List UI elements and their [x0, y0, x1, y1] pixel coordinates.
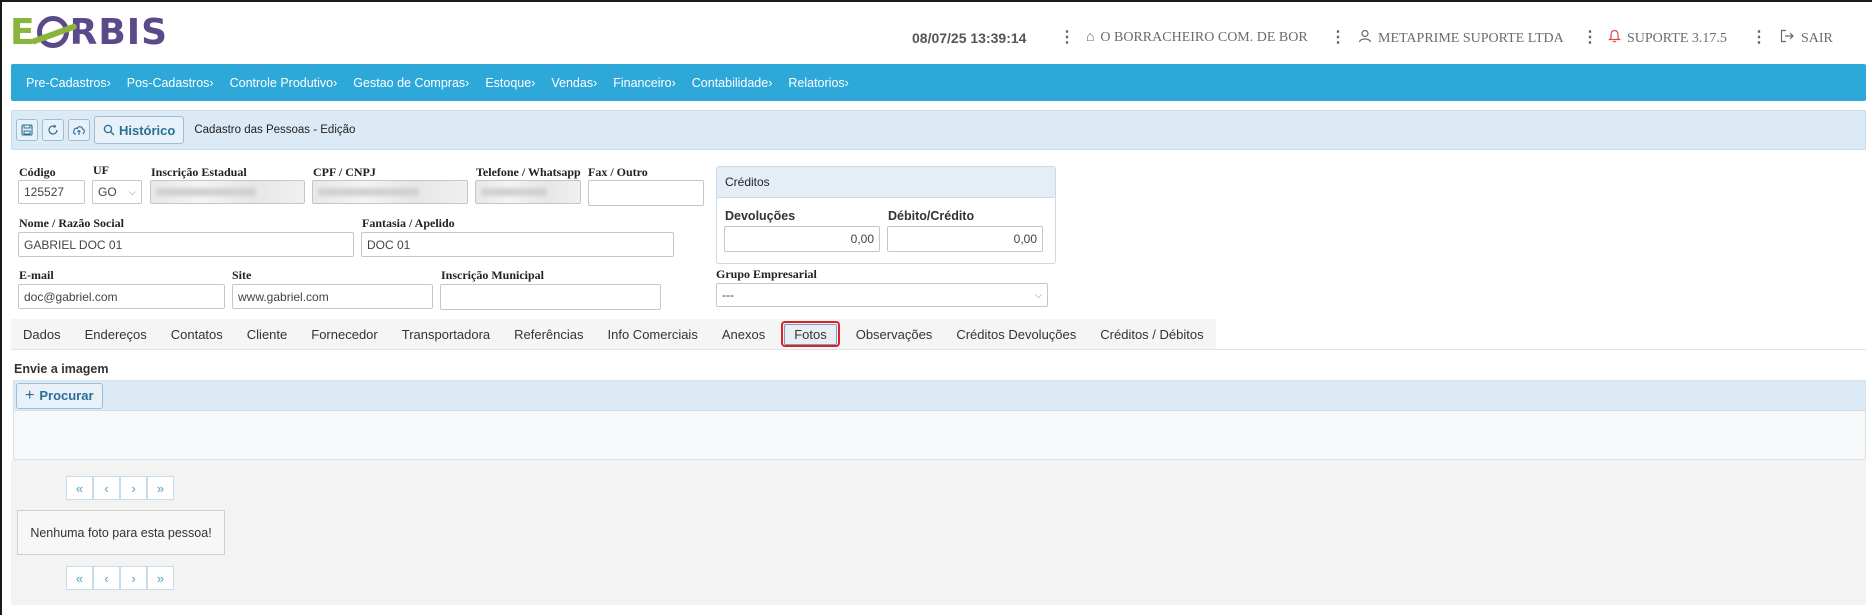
menu-financeiro[interactable]: Financeiro› — [613, 76, 676, 90]
cloud-upload-icon — [72, 126, 85, 135]
inscricao-estadual-field[interactable] — [150, 180, 305, 204]
devolucoes-field[interactable]: 0,00 — [724, 226, 880, 252]
record-toolbar: Histórico Cadastro das Pessoas - Edição — [11, 110, 1866, 150]
tab-transportadora[interactable]: Transportadora — [390, 319, 502, 349]
fantasia-field[interactable]: DOC 01 — [361, 232, 674, 257]
codigo-field[interactable]: 125527 — [18, 180, 85, 204]
telefone-label: Telefone / Whatsapp — [476, 165, 581, 179]
menu-estoque[interactable]: Estoque› — [485, 76, 535, 90]
first-page-button[interactable]: « — [66, 566, 93, 590]
tab-creditos-debitos[interactable]: Créditos / Débitos — [1088, 319, 1215, 349]
inscricao-estadual-label: Inscrição Estadual — [151, 165, 247, 179]
tab-dados[interactable]: Dados — [11, 319, 73, 349]
user-icon — [1358, 29, 1372, 48]
first-page-button[interactable]: « — [66, 476, 93, 500]
grupo-empresarial-label: Grupo Empresarial — [716, 267, 817, 281]
creditos-title: Créditos — [717, 167, 1055, 198]
nome-field[interactable]: GABRIEL DOC 01 — [18, 232, 354, 257]
next-page-button[interactable]: › — [120, 566, 147, 590]
search-icon — [103, 124, 115, 136]
tab-bar: Dados Endereços Contatos Cliente Fornece… — [11, 319, 1216, 349]
kebab-menu-icon[interactable]: ⋮ — [1330, 30, 1346, 46]
prev-page-button[interactable]: ‹ — [93, 566, 120, 590]
inscricao-municipal-label: Inscrição Municipal — [441, 268, 545, 282]
tab-fotos[interactable]: Fotos — [781, 321, 840, 347]
page-title: Cadastro das Pessoas - Edição — [194, 124, 356, 136]
fax-field[interactable] — [588, 180, 704, 206]
menu-gestao-de-compras[interactable]: Gestao de Compras› — [353, 76, 469, 90]
codigo-label: Código — [19, 165, 56, 179]
telefone-field[interactable] — [475, 180, 581, 204]
photo-gallery — [11, 460, 1866, 605]
logout-button[interactable]: SAIR — [1780, 29, 1833, 48]
email-label: E-mail — [19, 268, 54, 282]
upload-toolbar: + Procurar — [14, 381, 1865, 411]
file-upload: + Procurar — [13, 380, 1866, 460]
uf-select[interactable]: GO ⌵ — [92, 180, 142, 204]
menu-relatorios[interactable]: Relatorios› — [788, 76, 848, 90]
plus-icon: + — [25, 386, 35, 404]
bell-icon — [1608, 29, 1621, 48]
main-menu-bar: Pre-Cadastros› Pos-Cadastros› Controle P… — [11, 64, 1866, 101]
paginator-bottom: « ‹ › » — [66, 566, 174, 590]
logout-icon — [1780, 29, 1795, 48]
last-page-button[interactable]: » — [147, 476, 174, 500]
refresh-icon — [48, 124, 58, 135]
upload-button[interactable] — [68, 119, 90, 141]
uf-label: UF — [93, 163, 109, 177]
tab-anexos[interactable]: Anexos — [710, 319, 777, 349]
tab-divider — [11, 349, 1866, 350]
kebab-menu-icon[interactable]: ⋮ — [1059, 30, 1075, 46]
grupo-empresarial-select[interactable]: --- ⌵ — [716, 283, 1048, 307]
menu-pos-cadastros[interactable]: Pos-Cadastros› — [127, 76, 214, 90]
devolucoes-label: Devoluções — [725, 209, 796, 223]
menu-controle-produtivo[interactable]: Controle Produtivo› — [230, 76, 338, 90]
kebab-menu-icon[interactable]: ⋮ — [1751, 30, 1767, 46]
empty-photos-message: Nenhuma foto para esta pessoa! — [17, 510, 225, 555]
paginator-top: « ‹ › » — [66, 476, 174, 500]
save-button[interactable] — [16, 119, 38, 141]
fantasia-label: Fantasia / Apelido — [362, 216, 455, 230]
menu-contabilidade[interactable]: Contabilidade› — [692, 76, 773, 90]
support-link[interactable]: SUPORTE 3.17.5 — [1608, 29, 1727, 48]
orbis-logo: E RBIS — [10, 11, 169, 53]
company-selector[interactable]: ⌂ O BORRACHEIRO COM. DE BOR — [1086, 30, 1308, 46]
tab-info-comerciais[interactable]: Info Comerciais — [596, 319, 710, 349]
kebab-menu-icon[interactable]: ⋮ — [1582, 30, 1598, 46]
home-icon: ⌂ — [1086, 30, 1095, 45]
chevron-down-icon: ⌵ — [1035, 289, 1042, 300]
upload-label: Envie a imagem — [14, 362, 109, 376]
tab-contatos[interactable]: Contatos — [159, 319, 235, 349]
prev-page-button[interactable]: ‹ — [93, 476, 120, 500]
menu-pre-cadastros[interactable]: Pre-Cadastros› — [26, 76, 111, 90]
next-page-button[interactable]: › — [120, 476, 147, 500]
user-menu[interactable]: METAPRIME SUPORTE LTDA — [1358, 29, 1564, 48]
tab-referencias[interactable]: Referências — [502, 319, 595, 349]
cpf-cnpj-label: CPF / CNPJ — [313, 165, 376, 179]
procurar-button[interactable]: + Procurar — [16, 382, 103, 409]
debito-credito-field[interactable]: 0,00 — [887, 226, 1043, 252]
menu-vendas[interactable]: Vendas› — [551, 76, 597, 90]
tab-fornecedor[interactable]: Fornecedor — [299, 319, 389, 349]
site-label: Site — [232, 268, 252, 282]
historico-button[interactable]: Histórico — [94, 116, 185, 144]
tab-observacoes[interactable]: Observações — [844, 319, 945, 349]
site-field[interactable]: www.gabriel.com — [232, 284, 433, 309]
refresh-button[interactable] — [42, 119, 64, 141]
nome-label: Nome / Razão Social — [19, 216, 124, 230]
inscricao-municipal-field[interactable] — [440, 284, 661, 310]
logo-orbit-icon — [36, 16, 69, 48]
debito-credito-label: Débito/Crédito — [888, 209, 975, 223]
cpf-cnpj-field[interactable] — [312, 180, 468, 204]
tab-cliente[interactable]: Cliente — [235, 319, 299, 349]
tab-creditos-devolucoes[interactable]: Créditos Devoluções — [944, 319, 1088, 349]
header-datetime: 08/07/25 13:39:14 — [912, 30, 1027, 46]
email-field[interactable]: doc@gabriel.com — [18, 284, 225, 309]
tab-enderecos[interactable]: Endereços — [73, 319, 159, 349]
chevron-down-icon: ⌵ — [129, 186, 136, 197]
save-icon — [21, 124, 33, 136]
last-page-button[interactable]: » — [147, 566, 174, 590]
fax-label: Fax / Outro — [588, 165, 648, 179]
